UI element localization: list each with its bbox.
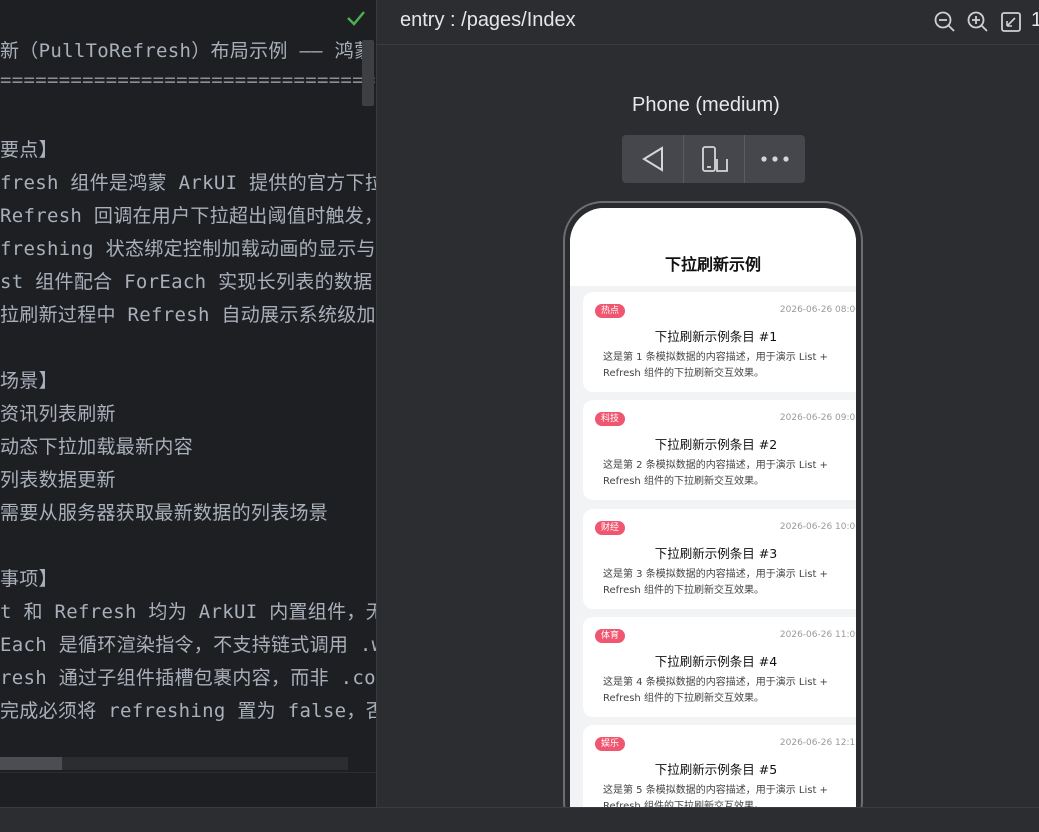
category-tag: 体育 (595, 629, 626, 643)
code-line: resh 通过子组件插槽包裹内容，而非 .co (0, 667, 376, 689)
app-title: 下拉刷新示例 (664, 255, 761, 274)
code-line: fresh 组件是鸿蒙 ArkUI 提供的官方下拉 (0, 172, 376, 194)
code-line: 资讯列表刷新 (0, 403, 116, 425)
horizontal-scrollbar-thumb[interactable] (0, 757, 62, 770)
code-line: 拉刷新过程中 Refresh 自动展示系统级加载 (0, 304, 376, 326)
code-line: =================================== (0, 69, 376, 91)
back-button[interactable] (622, 135, 683, 183)
zoom-out-icon[interactable] (933, 10, 957, 34)
category-tag: 财经 (595, 521, 626, 535)
more-button[interactable] (744, 135, 805, 183)
vertical-scrollbar[interactable] (362, 40, 374, 106)
item-time: 2026-06-26 12:12 (779, 738, 856, 748)
item-time: 2026-06-26 09:03 (779, 413, 856, 423)
previewer-panel: entry : /pages/Index 1 Phone (medium) 下拉… (377, 0, 1039, 807)
item-title: 下拉刷新示例条目 #5 (654, 762, 778, 777)
zoom-in-icon[interactable] (966, 10, 990, 34)
item-time: 2026-06-26 11:09 (779, 630, 856, 640)
code-line: 完成必须将 refreshing 置为 false，否 (0, 700, 376, 722)
item-description: 这是第 1 条模拟数据的内容描述，用于演示 List + Refresh 组件的… (603, 352, 828, 379)
more-icon (760, 156, 789, 162)
item-time: 2026-06-26 10:06 (779, 522, 856, 532)
phone-screen[interactable]: 下拉刷新示例 热点 2026-06-26 08:00 下拉刷新示例条目 #1 这… (570, 208, 856, 807)
device-toolbar (622, 135, 805, 183)
editor-bottom-area (0, 772, 376, 807)
list-item[interactable]: 体育 2026-06-26 11:09 下拉刷新示例条目 #4 这是第 4 条模… (583, 617, 856, 717)
device-label: Phone (medium) (632, 94, 780, 116)
phone-frame: 下拉刷新示例 热点 2026-06-26 08:00 下拉刷新示例条目 #1 这… (563, 201, 863, 807)
previewer-header: entry : /pages/Index 1 (377, 0, 1039, 45)
code-line: 列表数据更新 (0, 469, 116, 491)
code-line: t 和 Refresh 均为 ArkUI 内置组件，无 (0, 601, 376, 623)
category-tag: 热点 (595, 304, 626, 318)
app-header: 下拉刷新示例 (570, 208, 856, 286)
rotate-device-icon (701, 146, 728, 172)
item-title: 下拉刷新示例条目 #2 (654, 437, 778, 452)
cut-toolbar-text: 1 (1031, 9, 1039, 31)
item-title: 下拉刷新示例条目 #3 (654, 546, 778, 561)
item-description: 这是第 2 条模拟数据的内容描述，用于演示 List + Refresh 组件的… (603, 460, 828, 487)
list-item[interactable]: 热点 2026-06-26 08:00 下拉刷新示例条目 #1 这是第 1 条模… (583, 292, 856, 392)
item-description: 这是第 3 条模拟数据的内容描述，用于演示 List + Refresh 组件的… (603, 569, 828, 596)
code-line: 场景】 (0, 370, 58, 392)
category-tag: 娱乐 (595, 737, 626, 751)
code-line: 要点】 (0, 139, 58, 161)
item-time: 2026-06-26 08:00 (779, 305, 856, 315)
item-title: 下拉刷新示例条目 #4 (654, 654, 778, 669)
code-line: 事项】 (0, 568, 58, 590)
fit-screen-icon[interactable] (999, 10, 1023, 34)
back-triangle-icon (641, 146, 663, 172)
list-item[interactable]: 财经 2026-06-26 10:06 下拉刷新示例条目 #3 这是第 3 条模… (583, 509, 856, 609)
code-line: st 组件配合 ForEach 实现长列表的数据 (0, 271, 373, 293)
list-item[interactable]: 娱乐 2026-06-26 12:12 下拉刷新示例条目 #5 这是第 5 条模… (583, 725, 856, 807)
code-line: 需要从服务器获取最新数据的列表场景 (0, 502, 329, 524)
rotate-device-button[interactable] (683, 135, 744, 183)
status-bar (0, 807, 1039, 832)
item-title: 下拉刷新示例条目 #1 (654, 329, 778, 344)
code-line: 新（PullToRefresh）布局示例 —— 鸿蒙 (0, 40, 374, 62)
code-editor[interactable]: 新（PullToRefresh）布局示例 —— 鸿蒙 =============… (0, 0, 376, 807)
code-line: Each 是循环渲染指令，不支持链式调用 .w (0, 634, 376, 656)
item-description: 这是第 5 条模拟数据的内容描述，用于演示 List + Refresh 组件的… (603, 785, 828, 807)
code-line: freshing 状态绑定控制加载动画的显示与 (0, 238, 376, 260)
item-description: 这是第 4 条模拟数据的内容描述，用于演示 List + Refresh 组件的… (603, 677, 828, 704)
code-line: Refresh 回调在用户下拉超出阈值时触发， (0, 205, 376, 227)
code-line: 动态下拉加载最新内容 (0, 436, 194, 458)
category-tag: 科技 (595, 412, 626, 426)
list-item[interactable]: 科技 2026-06-26 09:03 下拉刷新示例条目 #2 这是第 2 条模… (583, 400, 856, 500)
previewer-title: entry : /pages/Index (400, 9, 576, 31)
check-icon[interactable] (340, 4, 372, 32)
